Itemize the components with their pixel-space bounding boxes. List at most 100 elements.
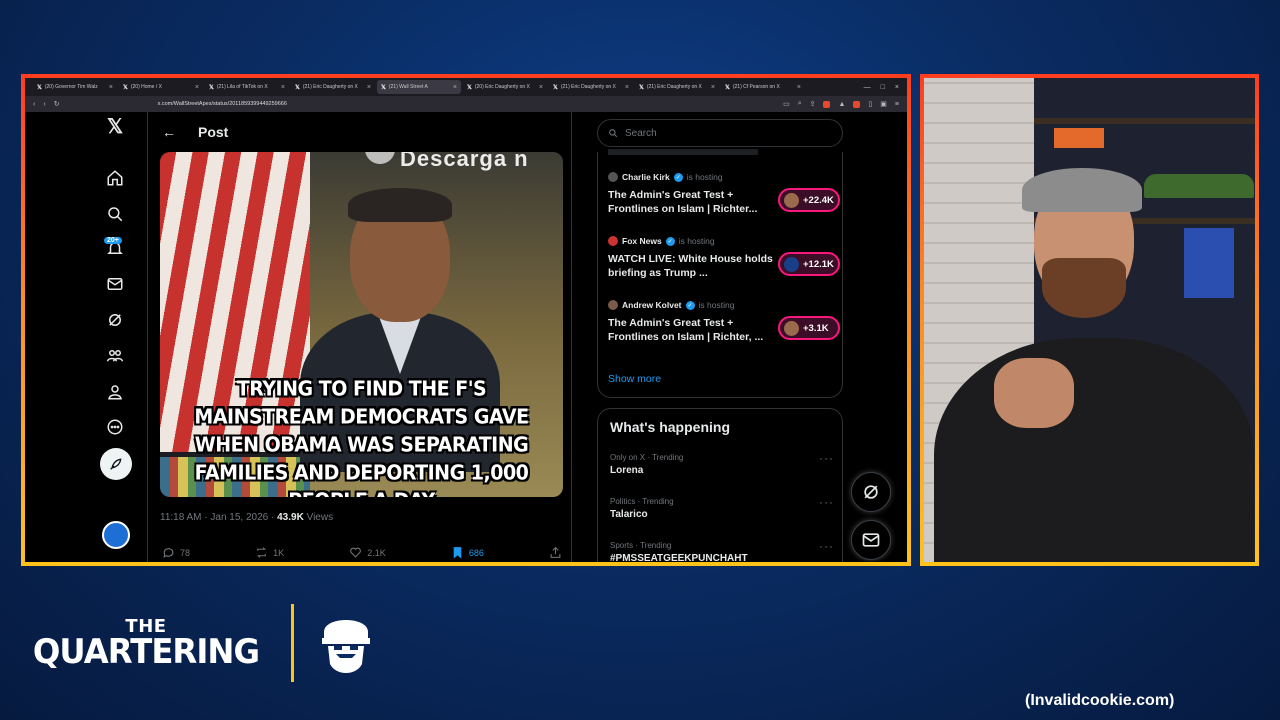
trend-context: Only on X · Trending	[610, 453, 684, 462]
verified-icon: ✓	[685, 300, 695, 310]
share-icon[interactable]: ⇪	[810, 100, 816, 108]
verified-icon: ✓	[673, 172, 683, 182]
x-favicon-icon: 𝕏	[295, 84, 300, 91]
close-icon[interactable]: ×	[195, 84, 199, 91]
browser-tab[interactable]: 𝕏 (20) Eric Daugherty on X ×	[463, 80, 547, 94]
search-input[interactable]: Search	[597, 119, 843, 147]
sidebar-icon[interactable]: ▯	[868, 100, 872, 108]
show-more-link[interactable]: Show more	[608, 373, 661, 385]
more-options-icon[interactable]: ···	[819, 539, 834, 553]
feather-plus-icon	[110, 458, 122, 470]
host-status: is hosting	[678, 236, 715, 246]
zoom-icon[interactable]: ⌕	[798, 100, 802, 108]
browser-tab[interactable]: 𝕏 (21) Eric Daugherty on X ×	[635, 80, 719, 94]
more-options-icon[interactable]: ···	[819, 495, 834, 509]
messages-button[interactable]	[851, 520, 891, 560]
close-icon[interactable]: ×	[797, 84, 801, 91]
browser-tab[interactable]: 𝕏 (21) Eric Daugherty on X ×	[291, 80, 375, 94]
more-options-icon[interactable]: ···	[819, 451, 834, 465]
host-name: Andrew Kolvet	[622, 300, 682, 310]
close-window-icon[interactable]: ×	[895, 84, 899, 91]
avatar	[608, 236, 618, 246]
space-item[interactable]: Charlie Kirk ✓ is hosting The Admin's Gr…	[608, 172, 840, 230]
close-icon[interactable]: ×	[453, 84, 457, 91]
tab-label: (21) Wall Street A	[388, 84, 428, 90]
x-favicon-icon: 𝕏	[553, 84, 558, 91]
browser-tab[interactable]: 𝕏 (21) Cf Pearson on X ×	[721, 80, 805, 94]
host-status: is hosting	[686, 172, 723, 182]
bookmark-count: 686	[468, 547, 484, 558]
trend-item[interactable]: Politics · Trending Talarico ···	[610, 495, 834, 520]
listener-count-pill[interactable]: +12.1K	[778, 252, 840, 276]
listener-count-pill[interactable]: +22.4K	[778, 188, 840, 212]
post-timestamp[interactable]: 11:18 AM · Jan 15, 2026 ·	[160, 512, 277, 523]
communities-icon[interactable]	[103, 344, 127, 368]
wallet-icon[interactable]: ▣	[880, 100, 887, 108]
profile-icon[interactable]	[103, 380, 127, 404]
spaces-card: Charlie Kirk ✓ is hosting The Admin's Gr…	[597, 149, 843, 398]
avatar[interactable]	[102, 521, 130, 549]
compose-post-button[interactable]	[100, 448, 132, 480]
close-icon[interactable]: ×	[109, 84, 113, 91]
grok-icon[interactable]	[103, 308, 127, 332]
mascot-logo-icon	[322, 620, 370, 673]
trend-item[interactable]: Only on X · Trending Lorena ···	[610, 451, 834, 476]
close-icon[interactable]: ×	[281, 84, 285, 91]
brave-icon[interactable]	[853, 100, 861, 108]
close-icon[interactable]: ×	[367, 84, 371, 91]
forward-icon[interactable]: ›	[43, 101, 45, 108]
tab-label: (21) Eric Daugherty on X	[302, 84, 358, 90]
streamer-image	[924, 138, 1255, 562]
browser-tab[interactable]: 𝕏 (21) Eric Daugherty on X ×	[549, 80, 633, 94]
reply-icon	[163, 548, 174, 558]
x-logo-icon[interactable]: 𝕏	[103, 114, 127, 138]
video-caption: TRYING TO FIND THE F'S MAINSTREAM DEMOCR…	[194, 376, 529, 497]
grok-button[interactable]	[851, 472, 891, 512]
space-item[interactable]: Andrew Kolvet ✓ is hosting The Admin's G…	[608, 300, 840, 358]
reply-button[interactable]: 78	[162, 546, 190, 559]
space-item[interactable]: Fox News ✓ is hosting WATCH LIVE: White …	[608, 236, 840, 294]
listener-count: +3.1K	[803, 322, 829, 334]
close-icon[interactable]: ×	[711, 84, 715, 91]
avatar	[608, 300, 618, 310]
minimize-icon[interactable]: —	[864, 84, 871, 91]
browser-tab[interactable]: 𝕏 (21) Lila of TikTok on X ×	[205, 80, 289, 94]
trend-item[interactable]: Sports · Trending #PMSSEATGEEKPUNCHAHT ·…	[610, 539, 834, 562]
maximize-icon[interactable]: □	[881, 84, 885, 91]
address-bar: ‹ › ↻ x.com/WallStreetApes/status/201185…	[25, 96, 907, 112]
screenshot-icon[interactable]: ▭	[783, 100, 790, 108]
repost-button[interactable]: 1K	[255, 546, 284, 559]
browser-tab[interactable]: 𝕏 (20) Governor Tim Walz ×	[33, 80, 117, 94]
like-button[interactable]: 2.1K	[349, 546, 386, 559]
x-favicon-icon: 𝕏	[209, 84, 214, 91]
shield-icon[interactable]	[823, 100, 831, 108]
space-title: The Admin's Great Test + Frontlines on I…	[608, 189, 758, 215]
brand-logo: THE QUARTERING	[20, 612, 272, 672]
close-icon[interactable]: ×	[539, 84, 543, 91]
page-title: Post	[198, 124, 229, 140]
home-icon[interactable]	[103, 166, 127, 190]
share-button[interactable]	[549, 546, 562, 559]
back-icon[interactable]: ‹	[33, 101, 35, 108]
listener-count-pill[interactable]: +3.1K	[778, 316, 840, 340]
reload-icon[interactable]: ↻	[54, 100, 60, 108]
back-arrow-icon[interactable]: ←	[162, 124, 176, 140]
search-icon[interactable]	[103, 202, 127, 226]
menu-icon[interactable]: ≡	[895, 101, 899, 108]
verified-icon: ✓	[665, 236, 675, 246]
search-icon	[609, 129, 618, 138]
host-name: Charlie Kirk	[622, 172, 670, 182]
post-meta: 11:18 AM · Jan 15, 2026 · 43.9K Views	[160, 512, 333, 523]
trend-context: Sports · Trending	[610, 541, 672, 550]
more-icon[interactable]	[103, 415, 127, 439]
like-count: 2.1K	[367, 547, 386, 558]
views-label: Views	[303, 512, 334, 523]
close-icon[interactable]: ×	[625, 84, 629, 91]
messages-icon[interactable]	[103, 272, 127, 296]
browser-tab-active[interactable]: 𝕏 (21) Wall Street A ×	[377, 80, 461, 94]
browser-tab[interactable]: 𝕏 (20) Home / X ×	[119, 80, 203, 94]
extension-icon[interactable]: ▲	[838, 101, 845, 108]
url-field[interactable]: x.com/WallStreetApes/status/201185939944…	[158, 101, 287, 107]
bookmark-button[interactable]: 686	[451, 546, 484, 559]
post-video[interactable]: Descarga n TRYING TO FIND THE F'S MAINST…	[160, 152, 563, 497]
